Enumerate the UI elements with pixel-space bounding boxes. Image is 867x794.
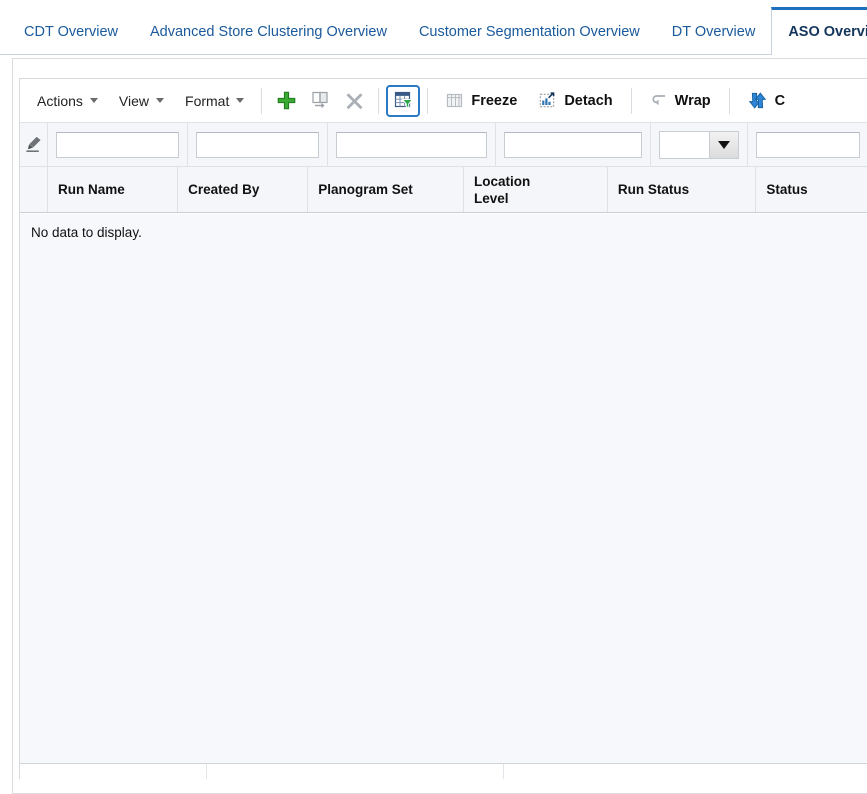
tab-dt-overview[interactable]: DT Overview — [656, 10, 772, 54]
view-menu-label: View — [119, 93, 149, 109]
filter-select-run-status-button[interactable] — [709, 132, 738, 158]
toolbar-separator — [631, 88, 632, 114]
toolbar-separator — [261, 88, 262, 114]
query-filter-icon — [394, 91, 413, 110]
freeze-button[interactable]: Freeze — [435, 87, 528, 114]
tab-advanced-store-clustering-overview[interactable]: Advanced Store Clustering Overview — [134, 10, 403, 54]
filter-input-created-by[interactable] — [196, 132, 319, 158]
chevron-down-icon — [90, 98, 98, 103]
filter-input-planogram-set[interactable] — [336, 132, 487, 158]
filter-cell-run-name — [48, 123, 188, 166]
plus-icon — [276, 90, 297, 111]
empty-state-message: No data to display. — [20, 214, 867, 240]
wrap-button[interactable]: Wrap — [639, 87, 722, 114]
delete-row-button[interactable] — [337, 86, 371, 116]
tab-bar: CDT Overview Advanced Store Clustering O… — [0, 0, 867, 55]
header-select-cell — [20, 167, 48, 212]
wrap-icon — [650, 92, 667, 109]
chevron-down-icon — [718, 141, 730, 149]
actions-menu-label: Actions — [37, 93, 83, 109]
add-row-button[interactable] — [269, 86, 303, 116]
detach-label: Detach — [564, 93, 612, 109]
detach-button[interactable]: Detach — [528, 87, 623, 114]
refresh-button[interactable]: C — [737, 86, 796, 115]
format-menu-label: Format — [185, 93, 229, 109]
column-header-run-status[interactable]: Run Status — [608, 167, 756, 212]
below-table-strip — [20, 764, 867, 779]
table-toolbar: Actions View Format — [20, 79, 867, 123]
column-header-planogram-set[interactable]: Planogram Set — [308, 167, 464, 212]
view-menu[interactable]: View — [108, 87, 174, 115]
column-resize-handle[interactable] — [503, 764, 504, 779]
column-header-location-level-label: Location Level — [474, 173, 546, 207]
table-body: No data to display. — [20, 214, 867, 779]
freeze-icon — [446, 92, 463, 109]
chevron-down-icon — [236, 98, 244, 103]
duplicate-icon — [310, 90, 331, 111]
wrap-label: Wrap — [675, 93, 711, 109]
chevron-down-icon — [156, 98, 164, 103]
row-edit-indicator-cell — [20, 123, 48, 166]
tab-customer-segmentation-overview[interactable]: Customer Segmentation Overview — [403, 10, 656, 54]
format-menu[interactable]: Format — [174, 87, 254, 115]
filter-cell-run-status — [651, 123, 748, 166]
filter-input-run-name[interactable] — [56, 132, 179, 158]
tab-aso-overview[interactable]: ASO Overview — [771, 7, 867, 55]
freeze-label: Freeze — [471, 93, 517, 109]
run-table-panel: Actions View Format — [19, 78, 867, 779]
column-header-created-by[interactable]: Created By — [178, 167, 308, 212]
filter-cell-planogram-set — [328, 123, 496, 166]
detach-icon — [539, 92, 556, 109]
duplicate-row-button[interactable] — [303, 86, 337, 116]
filter-input-location-level[interactable] — [504, 132, 642, 158]
tab-cdt-overview[interactable]: CDT Overview — [8, 10, 134, 54]
column-header-status[interactable]: Status — [756, 167, 867, 212]
filter-select-run-status[interactable] — [659, 131, 739, 159]
pencil-icon — [24, 135, 43, 154]
column-header-run-name[interactable]: Run Name — [48, 167, 178, 212]
filter-select-run-status-value — [660, 132, 709, 158]
filter-cell-location-level — [496, 123, 651, 166]
refresh-icon — [748, 91, 767, 110]
close-icon — [344, 90, 365, 111]
toolbar-separator — [729, 88, 730, 114]
query-by-example-button[interactable] — [386, 85, 420, 117]
toolbar-separator — [378, 88, 379, 114]
column-header-location-level[interactable]: Location Level — [464, 167, 608, 212]
filter-input-status[interactable] — [756, 132, 860, 158]
filter-cell-created-by — [188, 123, 328, 166]
filter-row — [20, 123, 867, 167]
actions-menu[interactable]: Actions — [26, 87, 108, 115]
filter-cell-status — [748, 123, 867, 166]
toolbar-separator — [427, 88, 428, 114]
table-header-row: Run Name Created By Planogram Set Locati… — [20, 167, 867, 213]
refresh-label: C — [775, 93, 785, 109]
